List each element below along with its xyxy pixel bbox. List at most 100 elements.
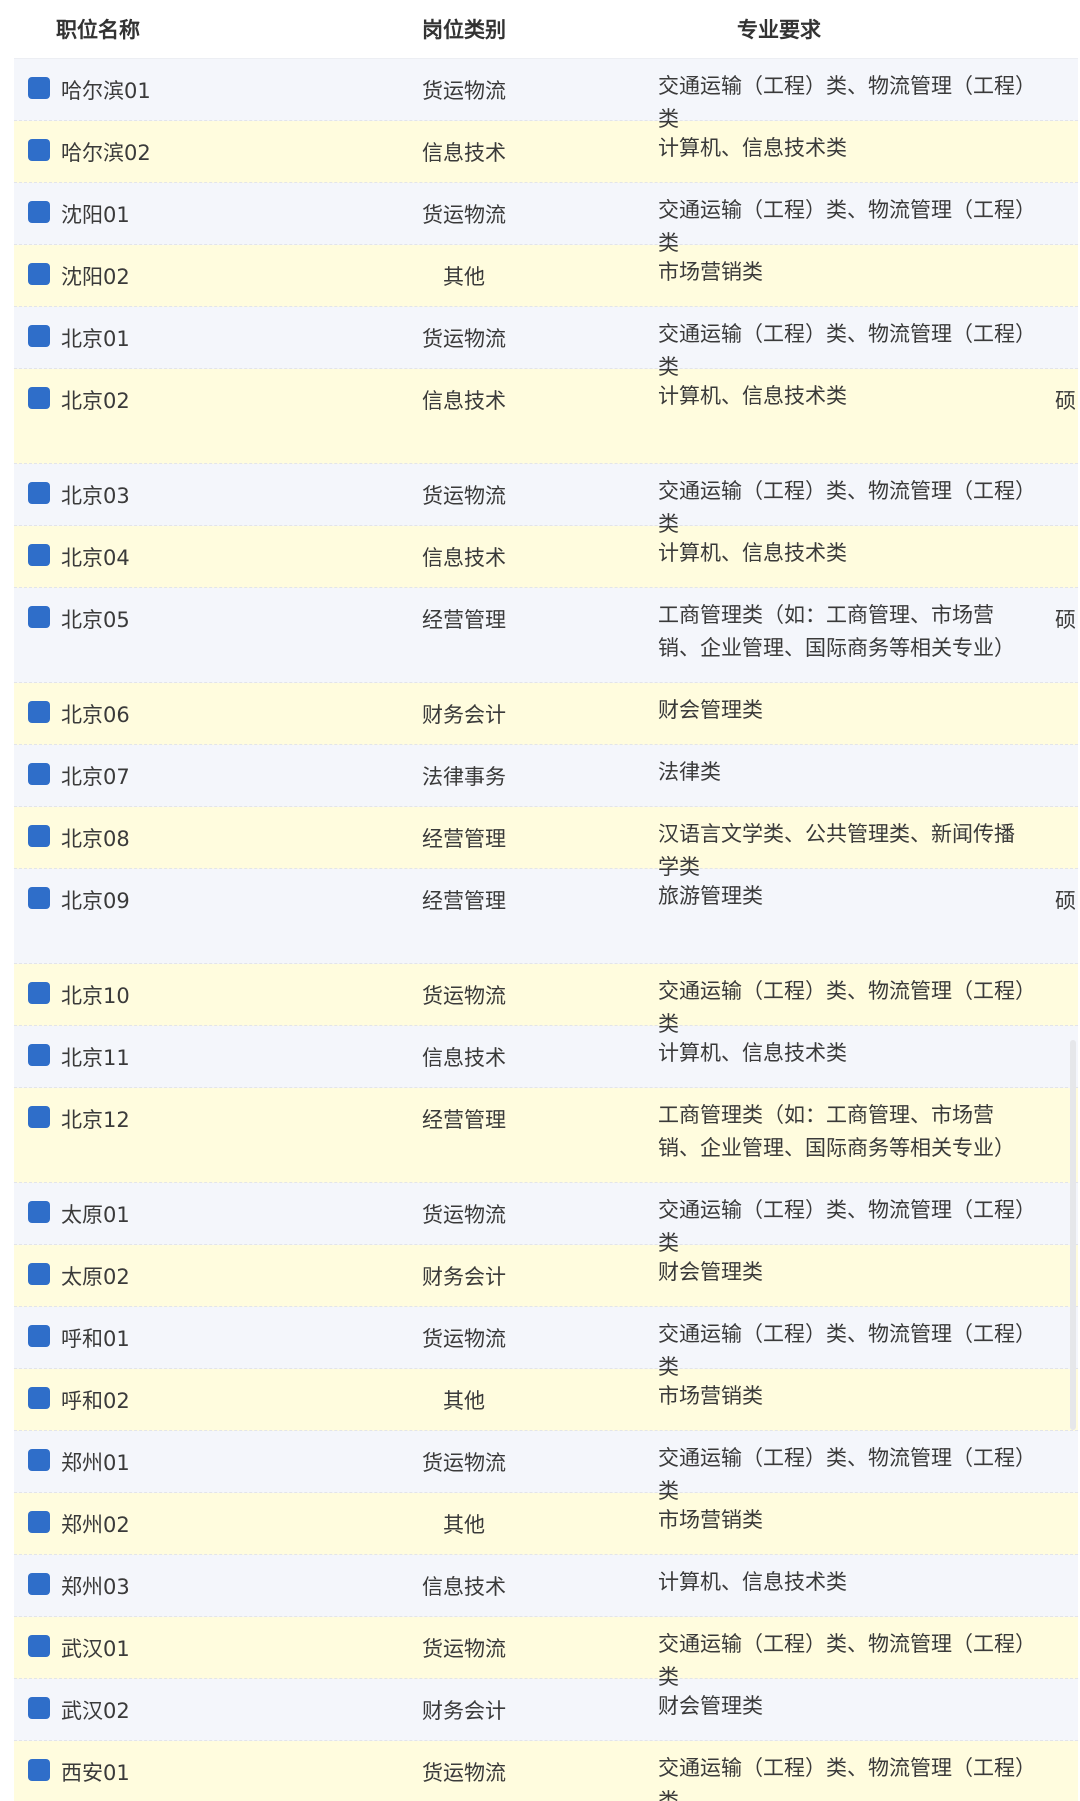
major-requirement: 市场营销类 <box>658 260 763 284</box>
row-checkbox[interactable] <box>28 1573 50 1595</box>
row-checkbox[interactable] <box>28 1759 50 1781</box>
position-cell: 太原02 <box>14 1261 354 1291</box>
row-checkbox[interactable] <box>28 1201 50 1223</box>
row-checkbox[interactable] <box>28 1511 50 1533</box>
row-checkbox[interactable] <box>28 77 50 99</box>
row-checkbox[interactable] <box>28 701 50 723</box>
job-category: 货运物流 <box>422 1637 506 1661</box>
row-checkbox[interactable] <box>28 1325 50 1347</box>
table-row[interactable]: 北京08 经营管理 汉语言文学类、公共管理类、新闻传播学类 <box>14 807 1078 879</box>
position-name: 沈阳01 <box>61 203 130 227</box>
major-requirement: 法律类 <box>658 760 721 784</box>
job-category: 财务会计 <box>422 703 506 727</box>
table-row[interactable]: 太原01 货运物流 交通运输（工程）类、物流管理（工程）类 <box>14 1183 1078 1255</box>
table-row[interactable]: 北京01 货运物流 交通运输（工程）类、物流管理（工程）类 <box>14 307 1078 379</box>
row-checkbox[interactable] <box>28 606 50 628</box>
job-category: 货运物流 <box>422 984 506 1008</box>
row-checkbox[interactable] <box>28 1044 50 1066</box>
job-category: 货运物流 <box>422 484 506 508</box>
row-checkbox[interactable] <box>28 263 50 285</box>
table-row[interactable]: 哈尔滨01 货运物流 交通运输（工程）类、物流管理（工程）类 <box>14 59 1078 131</box>
major-requirement: 交通运输（工程）类、物流管理（工程）类 <box>658 1756 1026 1801</box>
major-requirement: 市场营销类 <box>658 1508 763 1532</box>
table-row[interactable]: 北京07 法律事务 法律类 <box>14 745 1078 807</box>
row-checkbox[interactable] <box>28 1106 50 1128</box>
position-cell: 北京09 <box>14 885 354 915</box>
position-name: 沈阳02 <box>61 265 130 289</box>
row-checkbox[interactable] <box>28 825 50 847</box>
row-checkbox[interactable] <box>28 1697 50 1719</box>
position-name: 北京05 <box>61 608 130 632</box>
table-row[interactable]: 呼和01 货运物流 交通运输（工程）类、物流管理（工程）类 <box>14 1307 1078 1379</box>
position-name: 呼和01 <box>61 1327 130 1351</box>
major-requirement: 交通运输（工程）类、物流管理（工程）类 <box>658 198 1026 255</box>
row-checkbox[interactable] <box>28 482 50 504</box>
position-cell: 哈尔滨02 <box>14 137 354 167</box>
degree-cell: 硕 <box>1055 889 1076 913</box>
job-category: 其他 <box>443 1513 485 1537</box>
table-row[interactable]: 郑州03 信息技术 计算机、信息技术类 <box>14 1555 1078 1617</box>
header-position-name: 职位名称 <box>56 18 140 42</box>
scrollbar[interactable] <box>1070 1040 1076 1430</box>
row-checkbox[interactable] <box>28 139 50 161</box>
job-category: 货运物流 <box>422 1451 506 1475</box>
job-category: 货运物流 <box>422 1327 506 1351</box>
job-category: 其他 <box>443 1389 485 1413</box>
major-requirement: 工商管理类（如：工商管理、市场营销、企业管理、国际商务等相关专业） <box>658 1103 1015 1160</box>
table-row[interactable]: 北京12 经营管理 工商管理类（如：工商管理、市场营销、企业管理、国际商务等相关专业… <box>14 1088 1078 1183</box>
major-requirement: 交通运输（工程）类、物流管理（工程）类 <box>658 322 1026 379</box>
row-checkbox[interactable] <box>28 544 50 566</box>
job-category: 货运物流 <box>422 203 506 227</box>
position-name: 北京04 <box>61 546 130 570</box>
table-row[interactable]: 武汉01 货运物流 交通运输（工程）类、物流管理（工程）类 <box>14 1617 1078 1689</box>
position-name: 太原02 <box>61 1265 130 1289</box>
table-row[interactable]: 西安01 货运物流 交通运输（工程）类、物流管理（工程）类 <box>14 1741 1078 1801</box>
row-checkbox[interactable] <box>28 201 50 223</box>
row-checkbox[interactable] <box>28 1387 50 1409</box>
table-row[interactable]: 北京05 经营管理 工商管理类（如：工商管理、市场营销、企业管理、国际商务等相关专业… <box>14 588 1078 683</box>
position-name: 北京12 <box>61 1108 130 1132</box>
table-row[interactable]: 郑州01 货运物流 交通运输（工程）类、物流管理（工程）类 <box>14 1431 1078 1503</box>
header-major-requirement: 专业要求 <box>737 18 821 42</box>
major-requirement: 旅游管理类 <box>658 884 763 908</box>
job-category: 信息技术 <box>422 389 506 413</box>
row-checkbox[interactable] <box>28 387 50 409</box>
position-cell: 呼和01 <box>14 1323 354 1353</box>
job-category: 货运物流 <box>422 327 506 351</box>
row-checkbox[interactable] <box>28 1263 50 1285</box>
job-category: 经营管理 <box>422 1108 506 1132</box>
table-row[interactable]: 北京06 财务会计 财会管理类 <box>14 683 1078 745</box>
row-checkbox[interactable] <box>28 887 50 909</box>
major-requirement: 工商管理类（如：工商管理、市场营销、企业管理、国际商务等相关专业） <box>658 603 1015 660</box>
position-cell: 西安01 <box>14 1757 354 1787</box>
position-name: 武汉01 <box>61 1637 130 1661</box>
position-name: 北京11 <box>61 1046 130 1070</box>
table-row[interactable]: 沈阳01 货运物流 交通运输（工程）类、物流管理（工程）类 <box>14 183 1078 255</box>
row-checkbox[interactable] <box>28 325 50 347</box>
row-checkbox[interactable] <box>28 763 50 785</box>
major-requirement: 计算机、信息技术类 <box>658 541 847 565</box>
job-category: 货运物流 <box>422 1761 506 1785</box>
job-category: 经营管理 <box>422 827 506 851</box>
position-name: 北京10 <box>61 984 130 1008</box>
table-row[interactable]: 北京02 信息技术 计算机、信息技术类 硕 <box>14 369 1078 464</box>
row-checkbox[interactable] <box>28 982 50 1004</box>
position-name: 郑州01 <box>61 1451 130 1475</box>
row-checkbox[interactable] <box>28 1449 50 1471</box>
table-row[interactable]: 北京09 经营管理 旅游管理类 硕 <box>14 869 1078 964</box>
position-name: 郑州03 <box>61 1575 130 1599</box>
major-requirement: 财会管理类 <box>658 1694 763 1718</box>
row-checkbox[interactable] <box>28 1635 50 1657</box>
major-requirement: 交通运输（工程）类、物流管理（工程）类 <box>658 1632 1026 1689</box>
table-body: 哈尔滨01 货运物流 交通运输（工程）类、物流管理（工程）类哈尔滨02 信息技术计算机… <box>14 59 1078 1801</box>
position-name: 呼和02 <box>61 1389 130 1413</box>
position-name: 北京09 <box>61 889 130 913</box>
job-category: 经营管理 <box>422 889 506 913</box>
position-cell: 沈阳01 <box>14 199 354 229</box>
table-row[interactable]: 北京10 货运物流 交通运输（工程）类、物流管理（工程）类 <box>14 964 1078 1036</box>
major-requirement: 财会管理类 <box>658 698 763 722</box>
job-table: 职位名称 岗位类别 专业要求 哈尔滨01 货运物流 交通运输（工程）类、物流管理（工… <box>14 0 1078 1801</box>
table-row[interactable]: 北京03 货运物流 交通运输（工程）类、物流管理（工程）类 <box>14 464 1078 536</box>
position-cell: 武汉02 <box>14 1695 354 1725</box>
job-category: 财务会计 <box>422 1699 506 1723</box>
